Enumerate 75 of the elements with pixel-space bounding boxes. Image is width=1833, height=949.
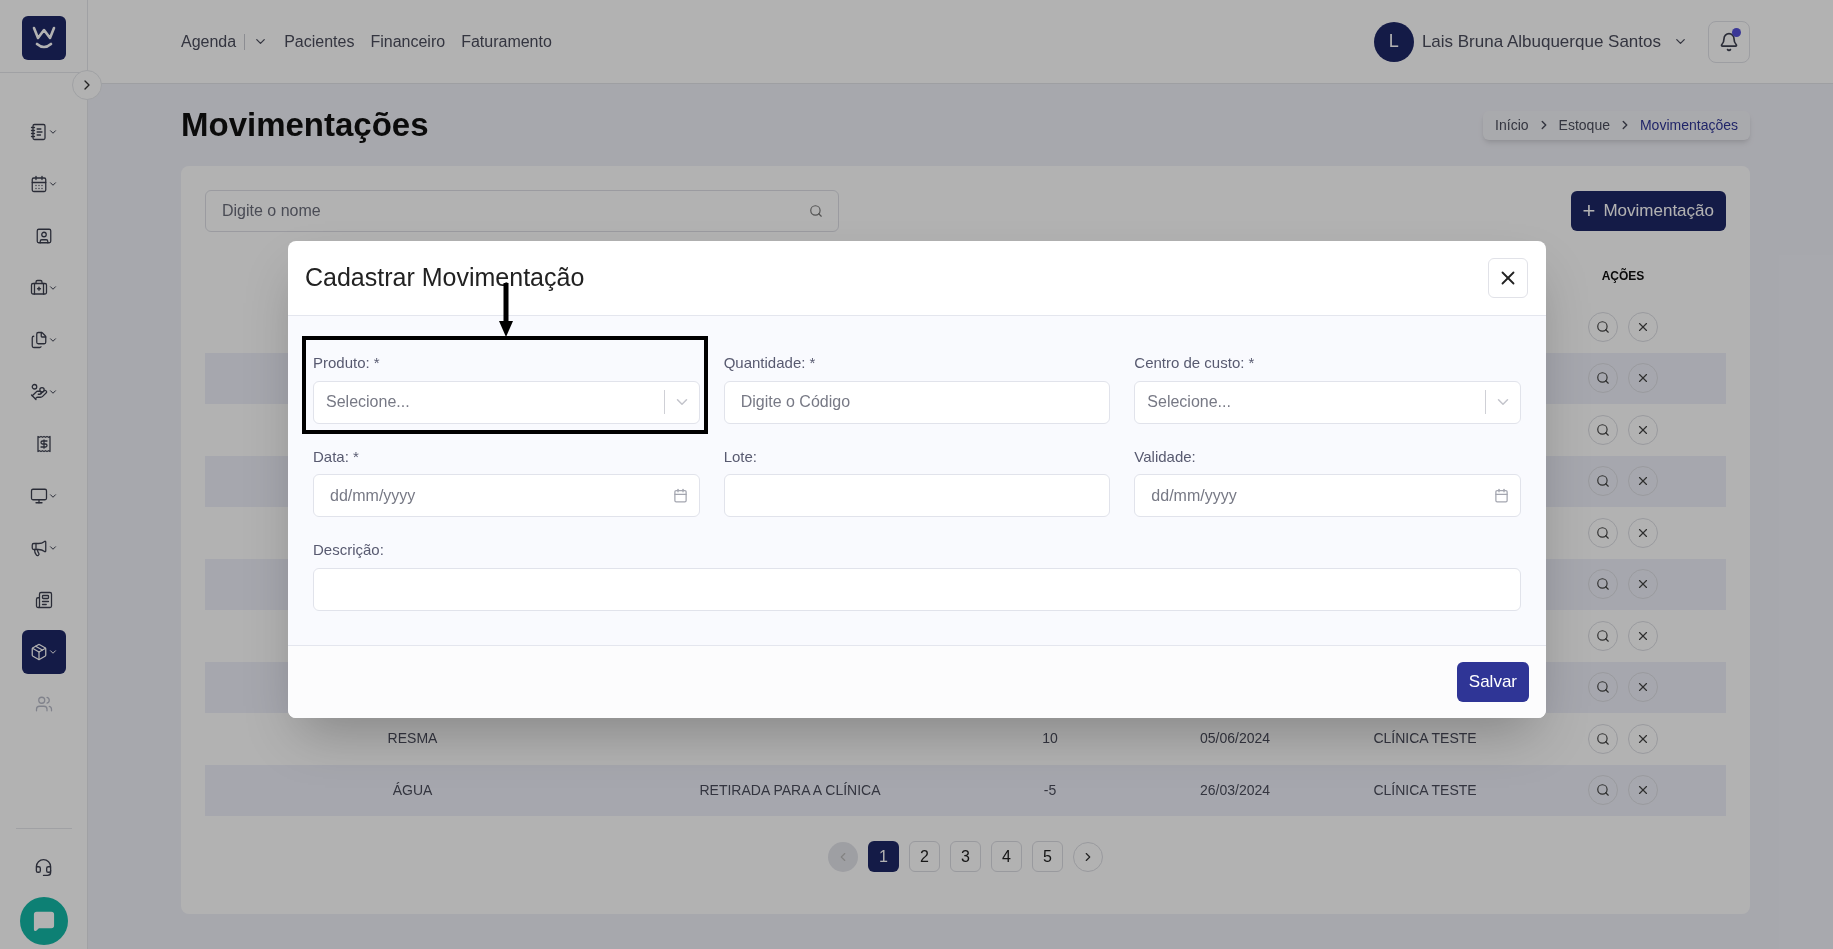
logo-icon <box>30 25 57 51</box>
page-button[interactable]: 5 <box>1032 841 1063 872</box>
chevron-down-icon <box>47 387 58 397</box>
search-icon <box>1596 371 1610 386</box>
chevron-down-icon <box>47 179 58 189</box>
table-cell-text: RETIRADA PARA A CLÍNICA <box>698 780 882 800</box>
search-icon <box>1596 474 1610 489</box>
column-header: AÇÕES <box>1600 267 1646 285</box>
chat-button[interactable] <box>19 897 68 945</box>
chevron-down-icon <box>47 335 58 345</box>
save-button[interactable]: Salvar <box>1456 661 1529 702</box>
sidebar-toggle[interactable] <box>72 70 102 100</box>
calendar-icon <box>672 488 688 503</box>
search-field[interactable]: Digite o nome <box>205 190 839 232</box>
chevron-down-icon <box>47 283 58 293</box>
chevron-down-icon <box>47 647 58 657</box>
dialog-title: Cadastrar Movimentação <box>305 262 585 294</box>
user-avatar[interactable]: L <box>1373 21 1414 62</box>
table-cell-text: CLÍNICA TESTE <box>1372 729 1478 749</box>
page-button[interactable]: 3 <box>950 841 981 872</box>
page-button[interactable]: 1 <box>868 841 899 872</box>
field-label: Descrição: <box>313 540 385 560</box>
table-cell-text: 10 <box>1041 729 1059 749</box>
text-field[interactable] <box>723 474 1111 517</box>
field-label: Quantidade: * <box>723 353 817 373</box>
headset-icon <box>34 857 53 877</box>
chevron-down-icon <box>47 543 58 553</box>
search-icon <box>1596 319 1610 334</box>
nav-link[interactable]: Pacientes <box>284 29 355 54</box>
notifications-button[interactable] <box>1708 20 1750 63</box>
field-label: Lote: <box>723 446 759 467</box>
calendar-icon <box>1494 488 1509 503</box>
chevron-down-icon <box>47 127 58 137</box>
add-movement-button[interactable]: + Movimentação <box>1570 191 1726 231</box>
table-cell-text: -5 <box>1042 780 1058 800</box>
table-cell-text: RESMA <box>386 729 439 749</box>
date-field[interactable]: dd/mm/yyyy <box>313 474 700 517</box>
plus-icon: + <box>1582 200 1596 222</box>
table-cell-text: CLÍNICA TESTE <box>1372 780 1478 800</box>
search-icon <box>1596 783 1610 798</box>
field-label: Data: * <box>313 446 360 467</box>
search-icon <box>809 204 823 218</box>
search-icon <box>1596 577 1610 592</box>
nav-link[interactable]: Faturamento <box>461 29 552 54</box>
field-label: Validade: <box>1134 446 1197 467</box>
table-cell-text: 05/06/2024 <box>1198 729 1272 749</box>
user-name[interactable]: Lais Bruna Albuquerque Santos <box>1421 28 1661 55</box>
select-field[interactable]: Selecione... <box>313 380 700 424</box>
search-icon <box>1596 525 1610 540</box>
text-field[interactable] <box>313 567 1521 611</box>
breadcrumb-link[interactable]: Movimentações <box>1639 114 1738 136</box>
breadcrumb-link[interactable]: Estoque <box>1558 114 1610 136</box>
sidebar-item[interactable] <box>21 630 66 674</box>
field-label: Centro de custo: * <box>1134 353 1256 373</box>
chat-bubble-icon <box>32 910 55 932</box>
text-field[interactable]: Digite o Código <box>723 380 1111 424</box>
search-icon <box>1596 422 1610 437</box>
table-cell-text: 26/03/2024 <box>1198 780 1272 800</box>
field-label: Produto: * <box>313 353 381 373</box>
logo[interactable] <box>21 16 66 60</box>
bell-icon <box>1719 31 1739 52</box>
close-button[interactable] <box>1488 258 1528 298</box>
date-field[interactable]: dd/mm/yyyy <box>1134 474 1521 517</box>
nav-link[interactable]: Agenda <box>181 29 269 54</box>
breadcrumb-link[interactable]: Início <box>1495 114 1529 136</box>
search-icon <box>1596 680 1610 695</box>
page-button[interactable]: 2 <box>909 841 940 872</box>
table-cell-text: ÁGUA <box>391 780 434 800</box>
chevron-down-icon <box>47 491 58 501</box>
search-icon <box>1596 731 1610 746</box>
page-button[interactable]: 4 <box>991 841 1022 872</box>
search-icon <box>1596 628 1610 643</box>
select-field[interactable]: Selecione... <box>1134 380 1521 424</box>
nav-link[interactable]: Financeiro <box>370 29 446 54</box>
page-title: Movimentações <box>181 105 429 146</box>
